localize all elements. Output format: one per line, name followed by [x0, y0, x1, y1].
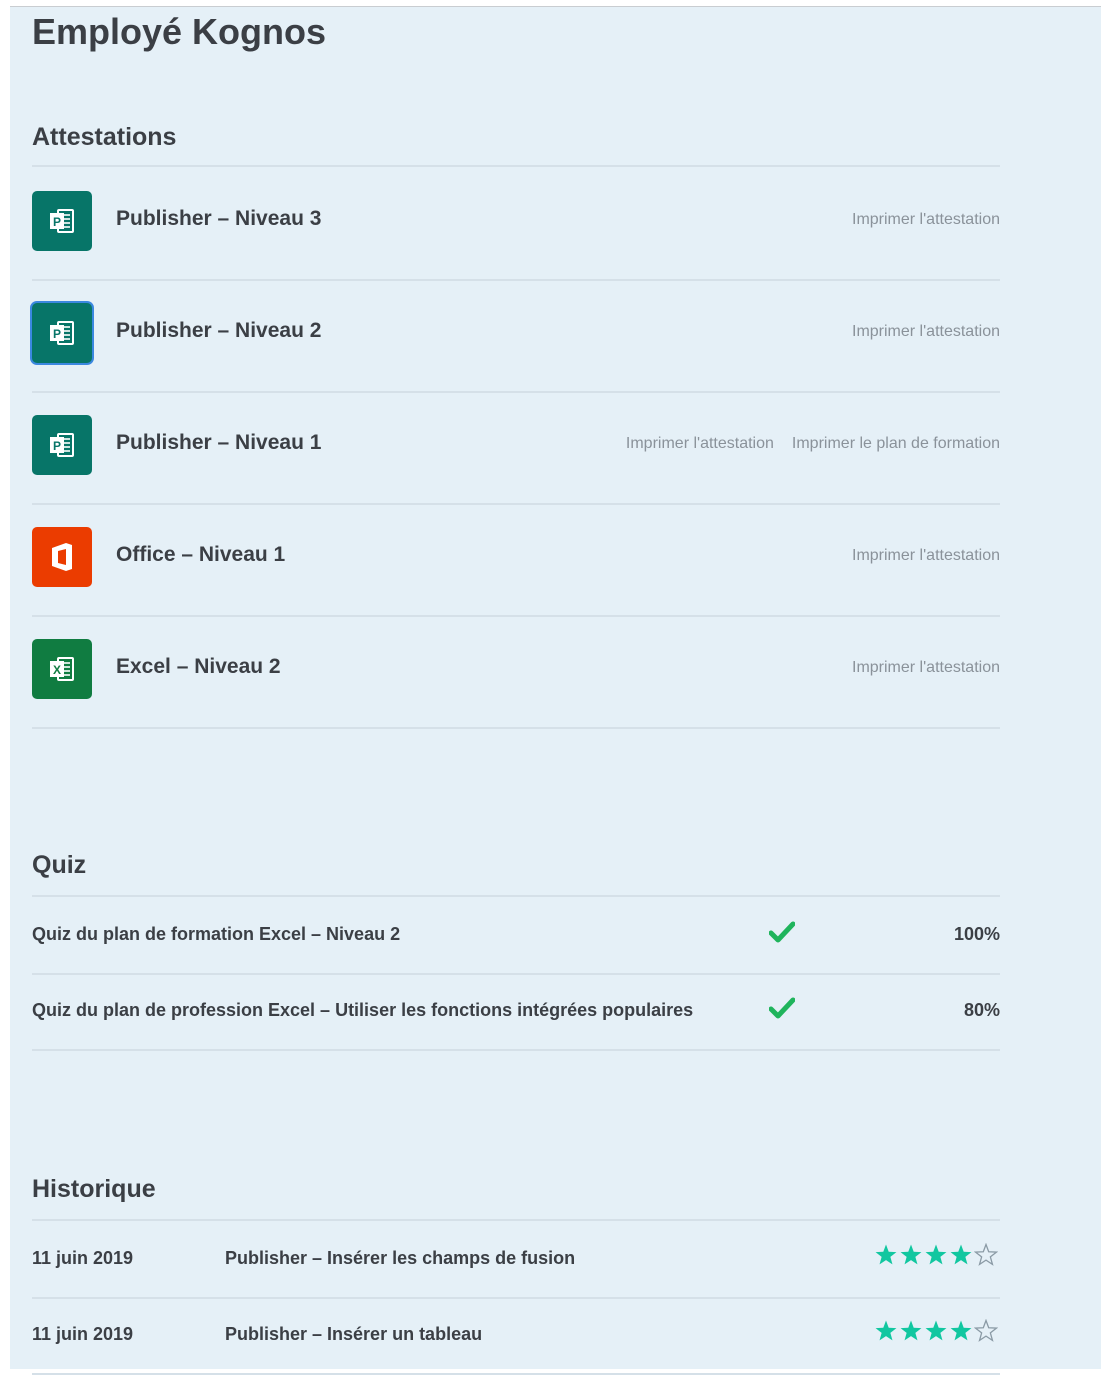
history-title-text[interactable]: Publisher – Insérer un tableau — [225, 1324, 482, 1345]
attestations-title: Attestations — [32, 123, 177, 151]
history-title-text[interactable]: Publisher – Insérer les champs de fusion — [225, 1248, 575, 1269]
svg-text:P: P — [53, 439, 61, 453]
history-date: 11 juin 2019 — [32, 1248, 134, 1268]
attestation-row: P Publisher – Niveau 3 Imprimer l'attest… — [32, 167, 1000, 281]
quiz-title: Quiz — [32, 851, 87, 879]
svg-text:P: P — [53, 215, 61, 229]
star-rating — [874, 1319, 998, 1343]
history-title: Historique — [32, 1175, 156, 1203]
print-attestation-link[interactable]: Imprimer l'attestation — [626, 435, 774, 453]
attestation-name: Office – Niveau 1 — [116, 543, 286, 566]
office-icon[interactable] — [32, 527, 92, 587]
attestation-row: X Excel – Niveau 2 Imprimer l'attestatio… — [32, 615, 1000, 729]
print-attestation-link[interactable]: Imprimer l'attestation — [852, 659, 1000, 677]
check-icon — [768, 997, 796, 1024]
svg-text:P: P — [53, 327, 61, 341]
attestation-name: Excel – Niveau 2 — [116, 655, 281, 678]
star-filled-icon — [875, 1320, 897, 1341]
attestation-row: Office – Niveau 1 Imprimer l'attestation — [32, 503, 1000, 617]
quiz-row: Quiz du plan de formation Excel – Niveau… — [32, 897, 1000, 975]
quiz-name[interactable]: Quiz du plan de profession Excel – Utili… — [32, 1000, 693, 1021]
attestation-row: P Publisher – Niveau 1 Imprimer l'attest… — [32, 391, 1000, 505]
star-rating — [874, 1243, 998, 1267]
quiz-name[interactable]: Quiz du plan de formation Excel – Niveau… — [32, 924, 400, 945]
attestation-name: Publisher – Niveau 3 — [116, 207, 322, 230]
star-filled-icon — [950, 1320, 972, 1341]
print-training-plan-link[interactable]: Imprimer le plan de formation — [792, 435, 1000, 453]
star-filled-icon — [950, 1244, 972, 1265]
quiz-row: Quiz du plan de profession Excel – Utili… — [32, 973, 1000, 1051]
history-row: 11 juin 2019 Publisher – Insérer un tabl… — [32, 1297, 1000, 1375]
check-icon — [768, 921, 796, 948]
print-attestation-link[interactable]: Imprimer l'attestation — [852, 547, 1000, 565]
star-filled-icon — [925, 1244, 947, 1265]
excel-icon[interactable]: X — [32, 639, 92, 699]
publisher-icon[interactable]: P — [32, 303, 92, 363]
attestation-row: P Publisher – Niveau 2 Imprimer l'attest… — [32, 279, 1000, 393]
attestation-name: Publisher – Niveau 2 — [116, 319, 322, 342]
star-filled-icon — [925, 1320, 947, 1341]
quiz-score: 80% — [963, 1000, 1000, 1020]
employee-panel: Employé Kognos Attestations P Publisher … — [10, 6, 1101, 1375]
star-filled-icon — [875, 1244, 897, 1265]
attestation-name: Publisher – Niveau 1 — [116, 431, 322, 454]
history-row: 11 juin 2019 Publisher – Insérer les cha… — [32, 1221, 1000, 1299]
star-filled-icon — [900, 1244, 922, 1265]
publisher-icon[interactable]: P — [32, 415, 92, 475]
star-empty-icon — [974, 1243, 998, 1266]
publisher-icon[interactable]: P — [32, 191, 92, 251]
history-date: 11 juin 2019 — [32, 1324, 134, 1344]
print-attestation-link[interactable]: Imprimer l'attestation — [852, 323, 1000, 341]
svg-text:X: X — [53, 663, 61, 677]
quiz-score: 100% — [953, 924, 1000, 944]
star-empty-icon — [974, 1319, 998, 1342]
page-title: Employé Kognos — [32, 11, 327, 52]
print-attestation-link[interactable]: Imprimer l'attestation — [852, 211, 1000, 229]
star-filled-icon — [900, 1320, 922, 1341]
